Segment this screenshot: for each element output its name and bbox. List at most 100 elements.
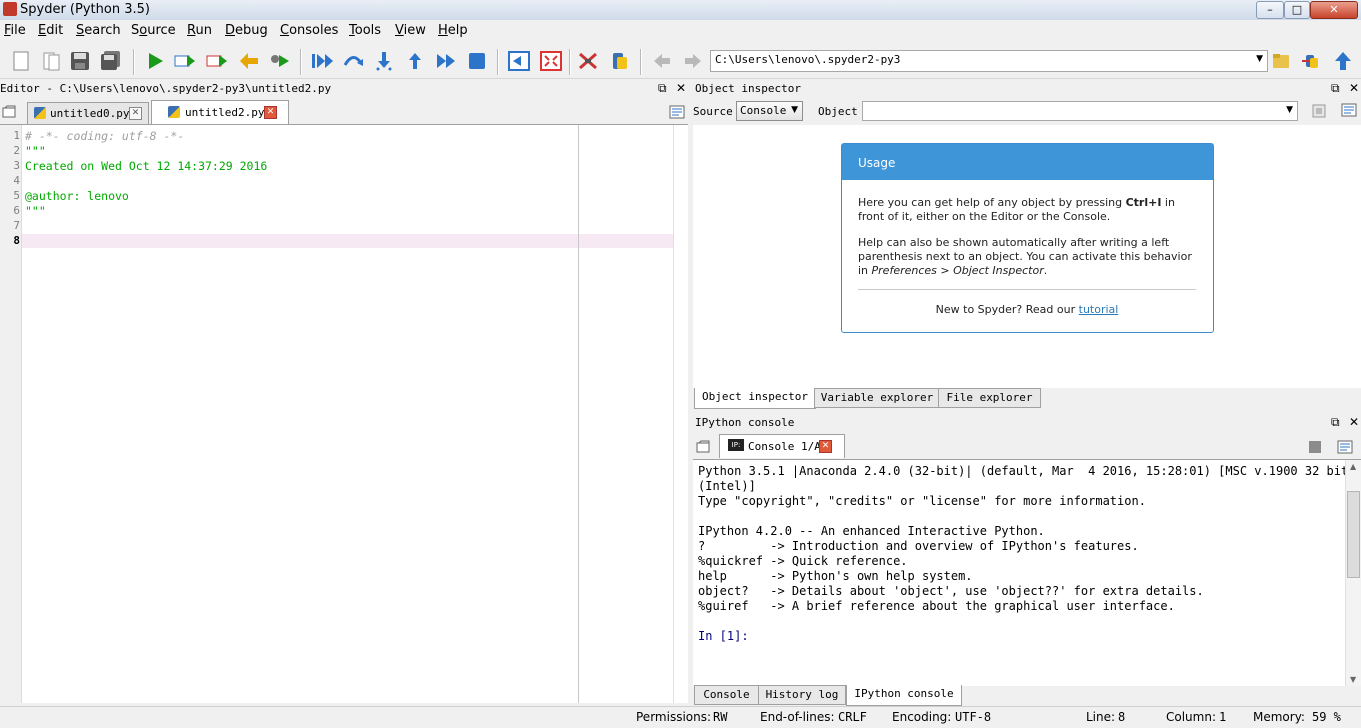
usage-header: Usage xyxy=(842,144,1213,180)
line-value: 8 xyxy=(1118,710,1126,724)
stop-kernel-icon[interactable] xyxy=(1309,441,1321,453)
menu-help[interactable]: Help xyxy=(438,23,468,38)
undock-icon[interactable]: ⧉ xyxy=(1331,81,1340,96)
usage-panel: Usage Here you can get help of any objec… xyxy=(841,143,1214,333)
menu-tools[interactable]: Tools xyxy=(349,23,381,38)
code-editor[interactable] xyxy=(0,125,688,703)
code-line: # -*- coding: utf-8 -*- xyxy=(25,129,185,143)
options-menu-icon[interactable] xyxy=(1341,103,1357,117)
lock-icon[interactable] xyxy=(1311,103,1327,119)
menu-source[interactable]: Source xyxy=(131,23,176,38)
line-number: 6 xyxy=(13,204,20,217)
step-into-icon[interactable] xyxy=(373,50,395,72)
options-menu-icon[interactable] xyxy=(1337,440,1353,454)
status-bar: Permissions: RW End-of-lines: CRLF Encod… xyxy=(0,706,1361,728)
line-number: 4 xyxy=(13,174,20,187)
ipython-console-title: IPython console xyxy=(695,416,795,429)
step-over-icon[interactable] xyxy=(342,50,364,72)
preferences-icon[interactable] xyxy=(577,50,599,72)
tab-console[interactable]: Console xyxy=(694,685,759,705)
menu-edit[interactable]: Edit xyxy=(38,23,63,38)
tab-history-log[interactable]: History log xyxy=(758,685,846,705)
tab-untitled0[interactable]: untitled0.py ✕ xyxy=(27,102,149,124)
menu-debug[interactable]: Debug xyxy=(225,23,268,38)
chevron-down-icon: ▼ xyxy=(1286,105,1293,115)
menu-run[interactable]: Run xyxy=(187,23,212,38)
menu-consoles[interactable]: Consoles xyxy=(280,23,338,38)
tab-untitled2[interactable]: untitled2.py ✕ xyxy=(151,100,289,124)
step-return-icon[interactable] xyxy=(404,50,426,72)
usage-divider xyxy=(858,289,1196,290)
maximize-button[interactable]: □ xyxy=(1284,1,1310,19)
tutorial-link[interactable]: tutorial xyxy=(1079,303,1119,316)
set-working-dir-icon[interactable] xyxy=(1301,50,1323,72)
close-tab-icon[interactable]: ✕ xyxy=(129,107,142,120)
usage-title: Usage xyxy=(858,156,896,170)
encoding-label: Encoding: xyxy=(892,710,952,724)
undock-icon[interactable]: ⧉ xyxy=(1331,415,1340,430)
line-number: 2 xyxy=(13,144,20,157)
edge-line xyxy=(578,125,579,703)
stop-debug-icon[interactable] xyxy=(466,50,488,72)
tab-label: Console 1/A xyxy=(748,440,821,453)
browse-tabs-icon[interactable] xyxy=(2,105,16,119)
parent-dir-icon[interactable] xyxy=(1332,50,1354,72)
debug-step-icon[interactable] xyxy=(311,50,333,72)
menu-view[interactable]: View xyxy=(395,23,426,38)
close-tab-icon[interactable]: ✕ xyxy=(819,440,832,453)
code-line: """ xyxy=(25,144,46,158)
console-prompt[interactable]: In [1]: xyxy=(698,629,749,643)
debug-icon[interactable] xyxy=(269,50,291,72)
source-combo[interactable]: Console ▼ xyxy=(736,101,803,121)
tab-label: IPython console xyxy=(854,687,954,700)
tab-label: Variable explorer xyxy=(820,391,934,404)
close-tab-icon[interactable]: ✕ xyxy=(264,106,277,119)
working-directory-combo[interactable]: C:\Users\lenovo\.spyder2-py3 ▼ xyxy=(710,50,1268,72)
tab-variable-explorer[interactable]: Variable explorer xyxy=(814,388,940,408)
continue-icon[interactable] xyxy=(435,50,457,72)
menu-file[interactable]: File xyxy=(4,23,26,38)
save-all-icon[interactable] xyxy=(100,50,122,72)
object-label: Object xyxy=(818,105,858,118)
run-cell-advance-icon[interactable] xyxy=(206,50,228,72)
tab-ipython-console[interactable]: IPython console xyxy=(846,685,962,706)
run-cell-icon[interactable] xyxy=(174,50,196,72)
save-file-icon[interactable] xyxy=(69,50,91,72)
tab-label: Object inspector xyxy=(702,390,808,403)
editor-title: Editor - C:\Users\lenovo\.spyder2-py3\un… xyxy=(0,82,332,95)
run-icon[interactable] xyxy=(144,50,166,72)
open-file-icon[interactable] xyxy=(40,50,62,72)
object-combo[interactable]: ▼ xyxy=(862,101,1298,121)
close-pane-icon[interactable]: ✕ xyxy=(1349,415,1359,429)
tab-object-inspector[interactable]: Object inspector xyxy=(694,388,816,409)
new-file-icon[interactable] xyxy=(10,50,32,72)
ipython-console-output[interactable]: Python 3.5.1 |Anaconda 2.4.0 (32-bit)| (… xyxy=(693,460,1348,686)
console-output-line: (Intel)] xyxy=(698,479,756,493)
close-pane-icon[interactable]: ✕ xyxy=(1349,81,1359,95)
tab-file-explorer[interactable]: File explorer xyxy=(938,388,1041,408)
tab-label: History log xyxy=(765,688,839,701)
scroll-up-icon[interactable]: ▲ xyxy=(1350,462,1356,471)
editor-scrollbar-edge xyxy=(673,125,674,703)
source-value: Console xyxy=(740,104,787,117)
maximize-pane-icon[interactable] xyxy=(508,50,530,72)
console-scrollbar-thumb[interactable] xyxy=(1347,491,1360,578)
python-path-icon[interactable] xyxy=(608,50,630,72)
close-pane-icon[interactable]: ✕ xyxy=(676,81,686,95)
undock-icon[interactable]: ⧉ xyxy=(658,81,667,96)
working-directory-value: C:\Users\lenovo\.spyder2-py3 xyxy=(715,53,901,66)
menu-search[interactable]: Search xyxy=(76,23,121,38)
browse-folder-icon[interactable] xyxy=(1270,50,1292,72)
fullscreen-icon[interactable] xyxy=(540,50,562,72)
back-arrow-icon[interactable] xyxy=(651,50,673,72)
close-button[interactable]: ✕ xyxy=(1310,1,1358,19)
chevron-down-icon[interactable]: ▼ xyxy=(1256,54,1263,64)
minimize-button[interactable]: – xyxy=(1256,1,1284,19)
options-menu-icon[interactable] xyxy=(669,105,685,119)
forward-arrow-icon[interactable] xyxy=(682,50,704,72)
scroll-down-icon[interactable]: ▼ xyxy=(1350,675,1356,684)
line-number-gutter: 1 2 3 4 5 6 7 8 xyxy=(0,125,22,703)
browse-tabs-icon[interactable] xyxy=(696,440,710,454)
run-selection-icon[interactable] xyxy=(238,50,260,72)
tab-console-1a[interactable]: IP: Console 1/A ✕ xyxy=(719,434,845,458)
